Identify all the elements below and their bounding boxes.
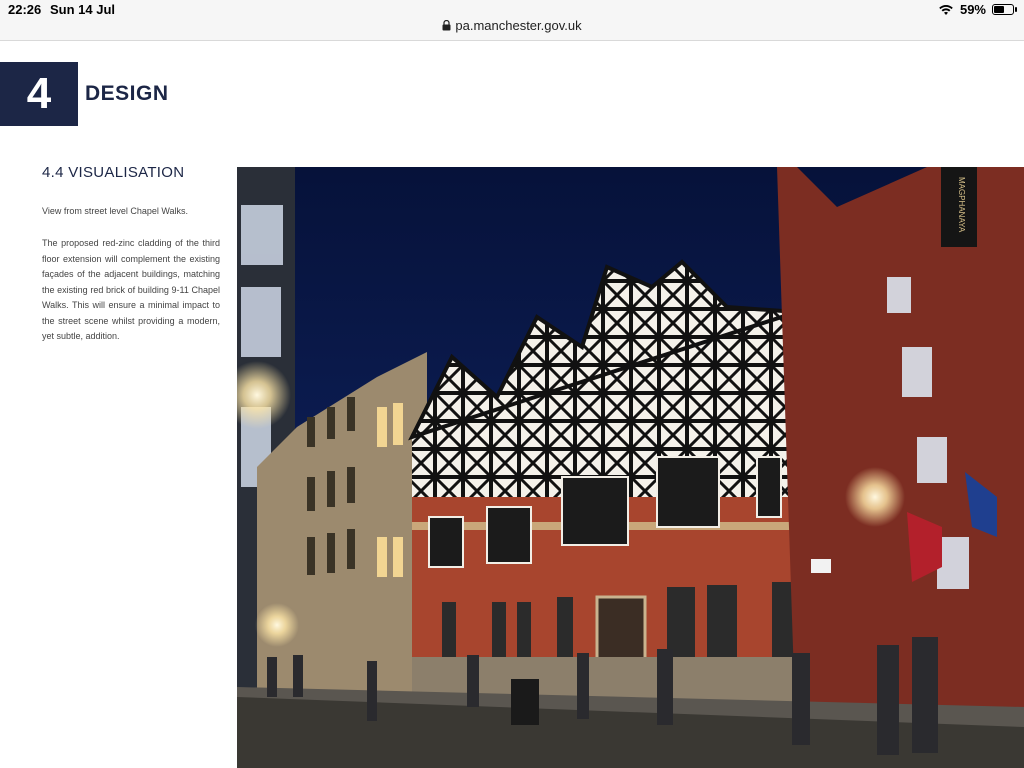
status-bar: 22:26 Sun 14 Jul 59% pa.manchester.gov.u… (0, 0, 1024, 41)
image-caption: View from street level Chapel Walks. (42, 206, 189, 216)
wifi-icon (939, 4, 953, 15)
battery-icon (992, 4, 1017, 15)
status-time: 22:26 (8, 2, 42, 17)
battery-percent: 59% (959, 2, 986, 17)
battery-fill (994, 6, 1005, 13)
lock-icon (442, 20, 451, 31)
hanging-sign-text: MAGPHANAYA (957, 177, 966, 233)
visualisation-image: MAGPHANAYA (237, 167, 1024, 768)
status-right: 59% (938, 2, 1017, 17)
subsection-title: 4.4 VISUALISATION (42, 164, 185, 181)
url-text: pa.manchester.gov.uk (455, 18, 582, 33)
street-render: MAGPHANAYA (237, 167, 1024, 768)
body-paragraph: The proposed red-zinc cladding of the th… (42, 238, 220, 341)
section-title: DESIGN (85, 82, 169, 105)
url-bar[interactable]: pa.manchester.gov.uk (0, 18, 1024, 33)
status-date: Sun 14 Jul (50, 2, 116, 17)
section-number: 4 (0, 62, 78, 126)
